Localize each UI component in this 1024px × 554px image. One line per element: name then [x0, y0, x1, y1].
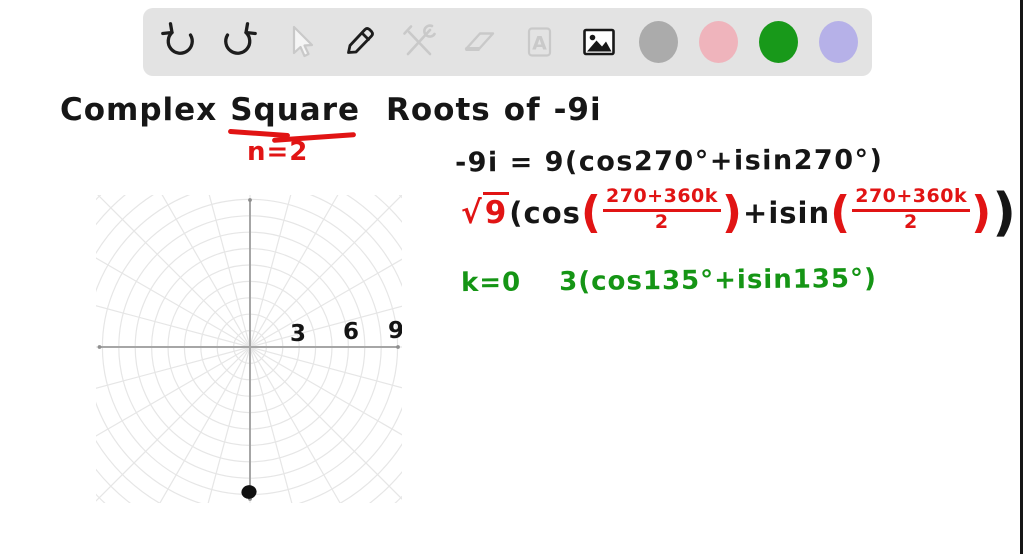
cursor-icon	[292, 25, 313, 58]
axis-label-6: 6	[343, 319, 359, 345]
formula-line-3: k=0 3(cos135°+isin135°)	[461, 264, 877, 298]
k-case: k=0	[460, 267, 522, 299]
pen-tool-button[interactable]	[337, 12, 380, 72]
title-word-square: Square	[228, 92, 373, 143]
title-word: -9i	[553, 92, 602, 128]
pink-color-icon	[699, 21, 738, 63]
fraction-1: 270+360k 2	[603, 186, 721, 233]
right-edge-line	[1020, 0, 1023, 554]
paren: (	[580, 187, 603, 239]
redo-icon	[223, 22, 257, 55]
paren: (	[830, 187, 852, 239]
gray-color-icon	[639, 21, 678, 63]
formula-line-1: -9i = 9(cos270°+isin270°)	[454, 144, 884, 179]
undo-button[interactable]	[157, 12, 200, 72]
axis-label-9: 9	[388, 318, 402, 344]
polar-grid: 3 6 9	[96, 195, 402, 503]
green-color-icon	[759, 21, 798, 63]
redo-button[interactable]	[217, 12, 260, 72]
cos-open: (cos	[509, 195, 581, 230]
eraser-tool-button[interactable]	[457, 12, 500, 72]
color-swatch-green[interactable]	[757, 12, 800, 72]
fraction-2: 270+360k 2	[852, 186, 971, 233]
isin-term: +isin	[743, 195, 831, 230]
toolbar: A	[143, 8, 872, 76]
color-swatch-gray[interactable]	[637, 12, 680, 72]
svg-text:A: A	[532, 33, 547, 55]
image-tool-button[interactable]	[577, 12, 620, 72]
formula-line-2: √9 (cos ( 270+360k 2 ) +isin ( 270+360k …	[461, 182, 1017, 243]
color-swatch-pink[interactable]	[697, 12, 740, 72]
paren: )	[971, 187, 993, 239]
text-icon: A	[527, 27, 551, 57]
undo-icon	[160, 22, 194, 55]
title-word: of	[503, 92, 541, 128]
k0-result: 3(cos135°+isin135°)	[559, 263, 878, 298]
text-tool-button[interactable]: A	[517, 12, 560, 72]
image-icon	[582, 28, 615, 56]
annotation-n2: n=2	[247, 137, 309, 167]
lavender-color-icon	[819, 21, 858, 63]
color-swatch-lavender[interactable]	[817, 12, 860, 72]
plotted-point	[241, 485, 257, 499]
paren: )	[992, 182, 1017, 243]
sqrt-term: √9	[461, 191, 510, 231]
whiteboard-canvas[interactable]: A Complex Square Roots of -9i n=2 -9i = …	[0, 0, 1024, 554]
title-word: Complex	[60, 92, 218, 128]
shapes-tool-button[interactable]	[397, 12, 440, 72]
paren: )	[721, 187, 744, 239]
title-word: Roots	[386, 92, 491, 128]
select-tool-button[interactable]	[277, 12, 320, 72]
pencil-icon	[346, 27, 374, 54]
axis-label-3: 3	[290, 321, 306, 347]
title-text: Complex Square Roots of -9i	[60, 92, 615, 143]
eraser-icon	[464, 32, 494, 51]
tools-icon	[402, 24, 436, 56]
